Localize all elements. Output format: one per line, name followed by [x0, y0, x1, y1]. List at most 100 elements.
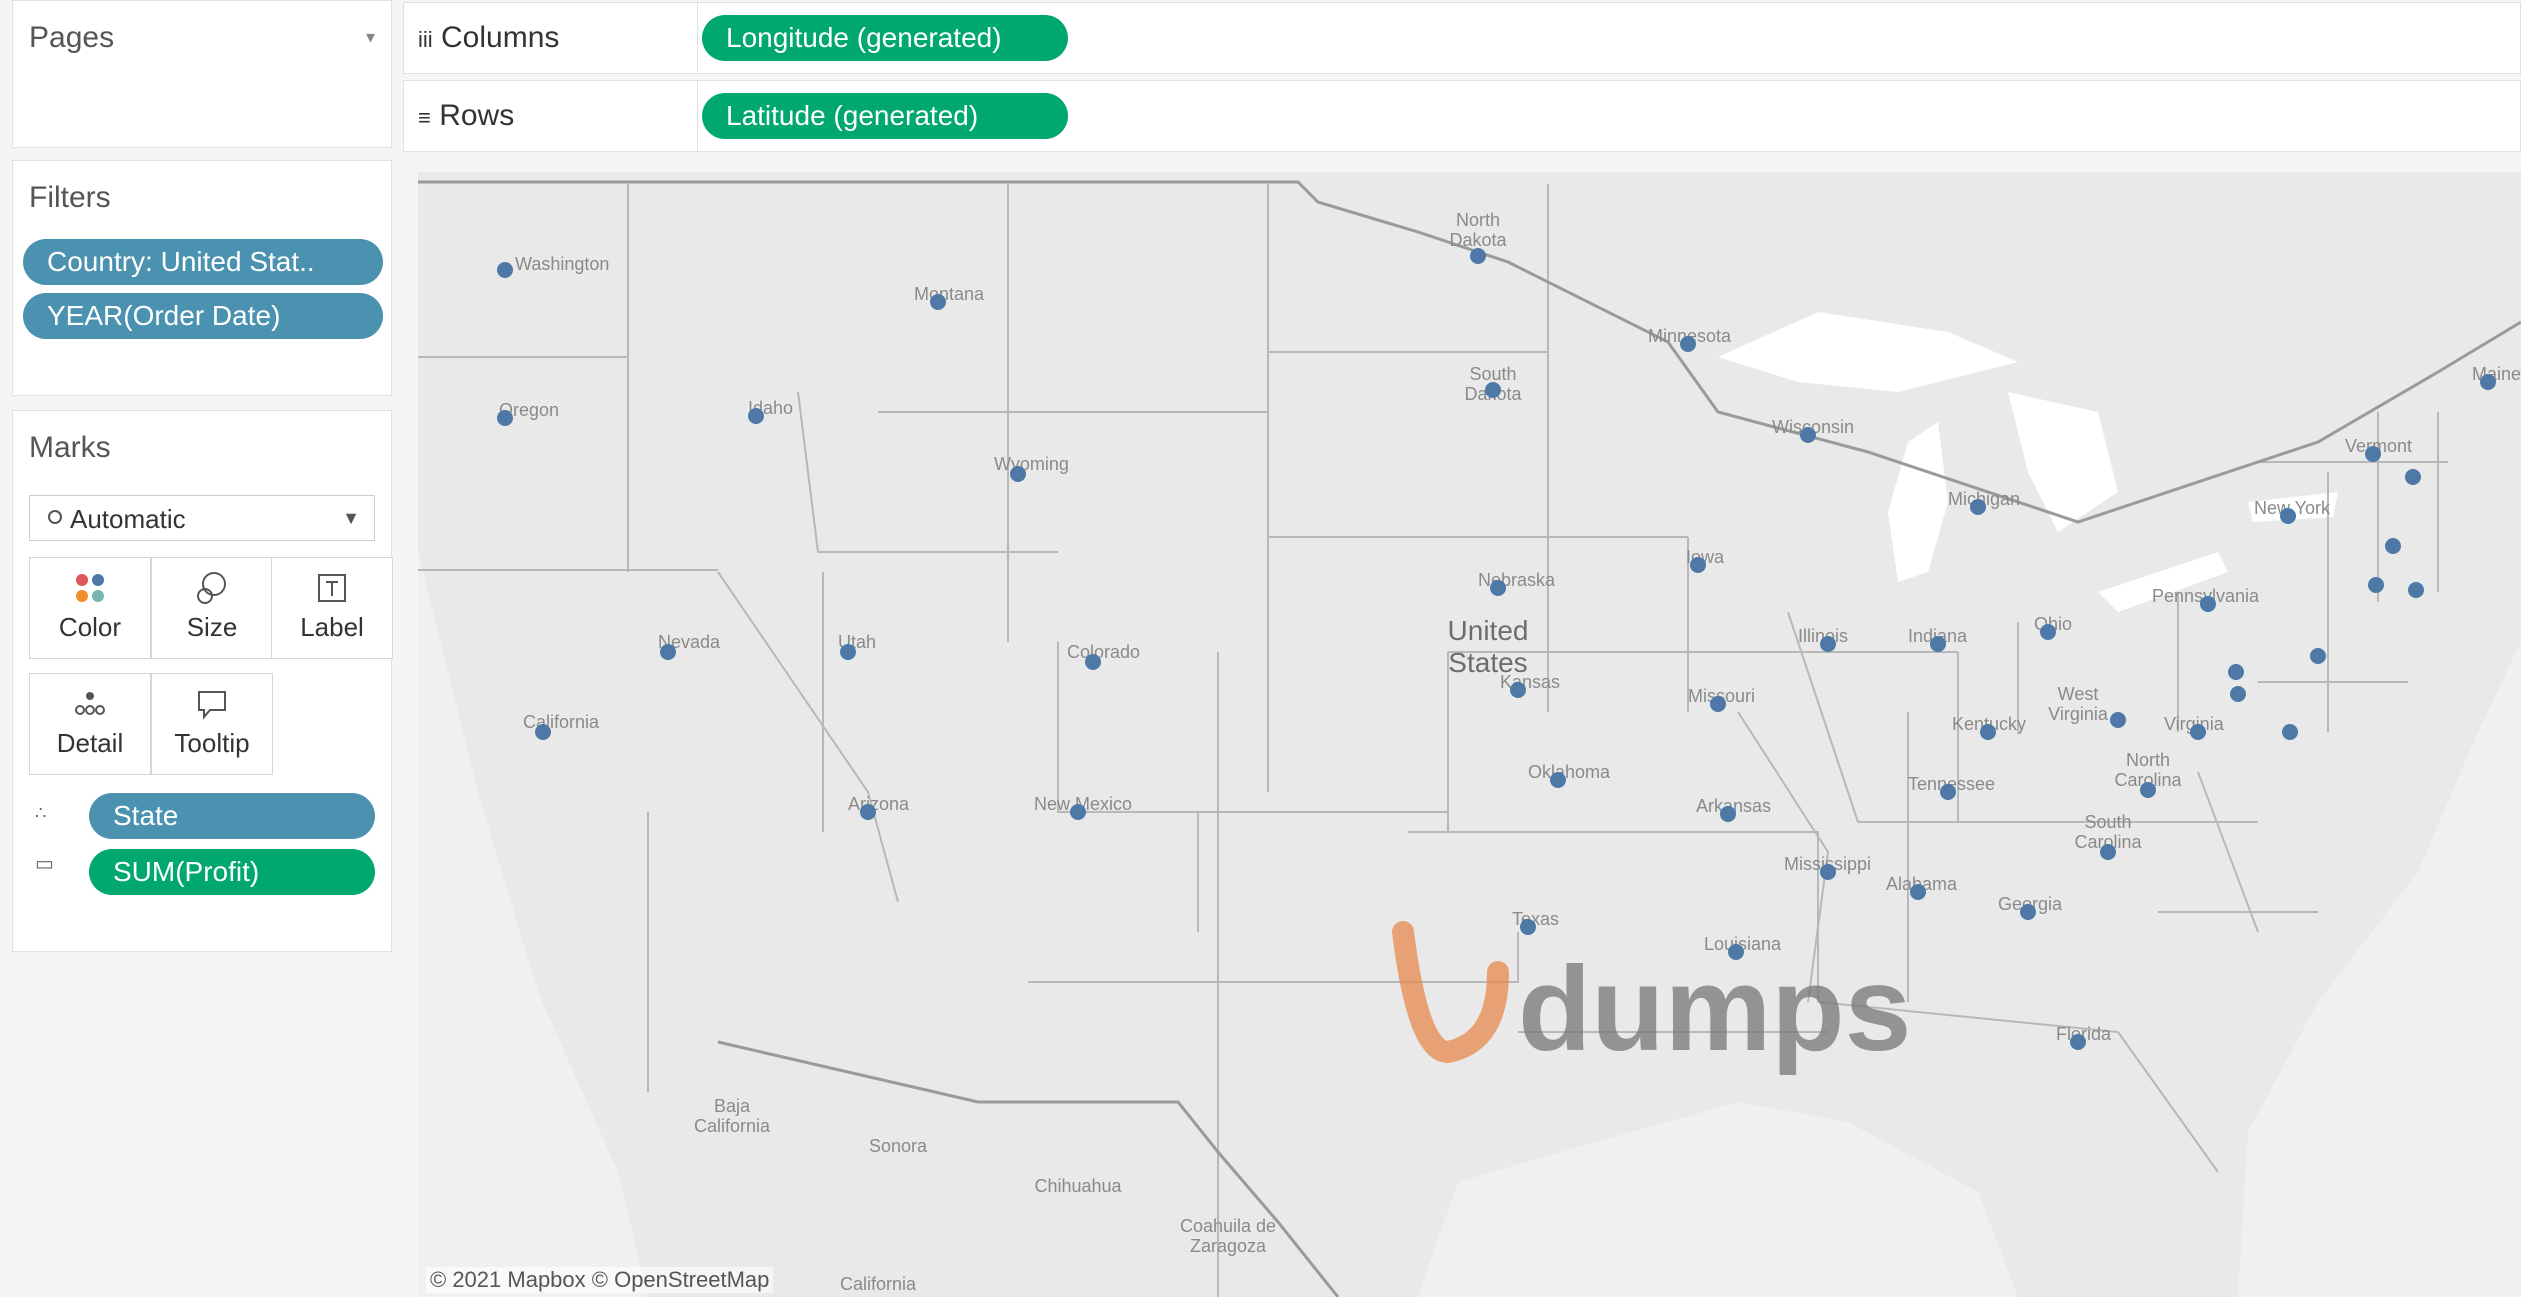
state-label-oklahoma: Oklahoma [1528, 762, 1611, 782]
rows-icon: ≡ [418, 105, 431, 130]
rows-divider [697, 81, 698, 151]
tooltip-card[interactable]: Tooltip [151, 673, 273, 775]
state-dot-new-mexico[interactable] [1070, 804, 1086, 820]
state-dot-south-carolina[interactable] [2100, 844, 2116, 860]
state-dot-missouri[interactable] [1710, 696, 1726, 712]
state-label-nebraska: Nebraska [1478, 570, 1556, 590]
map-attribution[interactable]: © 2021 Mapbox © OpenStreetMap [426, 1267, 774, 1293]
gulf-of-mexico [1418, 1102, 2018, 1297]
state-label-california: California [523, 712, 600, 732]
columns-pill-longitude[interactable]: Longitude (generated) [702, 15, 1068, 61]
state-dot-illinois[interactable] [1820, 636, 1836, 652]
state-label-wyoming: Wyoming [994, 454, 1069, 474]
state-dot-west-virginia[interactable] [2110, 712, 2126, 728]
size-card[interactable]: Size [151, 557, 273, 659]
rows-shelf[interactable]: ≡ Rows Latitude (generated) [403, 80, 2521, 152]
state-dot-michigan[interactable] [1970, 499, 1986, 515]
state-dot-arkansas[interactable] [1720, 806, 1736, 822]
detail-field-icon: ∴ [35, 803, 47, 823]
columns-shelf[interactable]: iii Columns Longitude (generated) [403, 2, 2521, 74]
state-dot-oklahoma[interactable] [1550, 772, 1566, 788]
pages-collapse-icon[interactable]: ▾ [366, 27, 375, 48]
foreign-label-baja-california-0: Baja [714, 1096, 751, 1116]
state-label-west-virginia-1: Virginia [2048, 704, 2109, 724]
mark-type-select[interactable]: Automatic ▼ [29, 495, 375, 541]
state-dot-georgia[interactable] [2020, 904, 2036, 920]
filter-pill-country[interactable]: Country: United Stat.. [23, 239, 383, 285]
state-dot-oregon[interactable] [497, 410, 513, 426]
state-dot-new-hampshire[interactable] [2405, 469, 2421, 485]
foreign-label-sonora-1: Sonora [869, 1136, 928, 1156]
state-dot-new-york[interactable] [2280, 508, 2296, 524]
rows-pill-latitude[interactable]: Latitude (generated) [702, 93, 1068, 139]
state-dot-virginia[interactable] [2190, 724, 2206, 740]
color-card[interactable]: Color [29, 557, 151, 659]
marks-field-profit[interactable]: SUM(Profit) [89, 849, 375, 895]
map-view[interactable]: Washington Oregon California Nevada Idaho Mon… [418, 172, 2521, 1297]
state-dot-colorado[interactable] [1085, 654, 1101, 670]
color-card-label: Color [58, 612, 122, 642]
state-dot-washington[interactable] [497, 262, 513, 278]
filter-pill-year[interactable]: YEAR(Order Date) [23, 293, 383, 339]
state-dot-nebraska[interactable] [1490, 580, 1506, 596]
columns-label-text: Columns [441, 21, 560, 54]
filters-panel: Filters Country: United Stat.. YEAR(Orde… [12, 160, 392, 396]
pages-panel: Pages ▾ [12, 0, 392, 148]
state-dot-new-jersey[interactable] [2310, 648, 2326, 664]
pages-title: Pages [29, 21, 115, 54]
state-dot-ohio[interactable] [2040, 624, 2056, 640]
state-dot-kentucky[interactable] [1980, 724, 1996, 740]
state-dot-maryland[interactable] [2228, 664, 2244, 680]
state-dot-south-dakota[interactable] [1485, 382, 1501, 398]
state-dot-indiana[interactable] [1930, 636, 1946, 652]
state-dot-alabama[interactable] [1910, 884, 1926, 900]
state-dot-pennsylvania[interactable] [2200, 596, 2216, 612]
columns-divider [697, 3, 698, 73]
state-dot-district-of-columbia[interactable] [2282, 724, 2298, 740]
state-label-north-dakota-1: Dakota [1449, 230, 1507, 250]
state-dot-wisconsin[interactable] [1800, 427, 1816, 443]
state-label-north-dakota-0: North [1456, 210, 1500, 230]
detail-card[interactable]: Detail [29, 673, 151, 775]
map-labels: WashingtonOregonCaliforniaNevadaIdahoMon… [499, 210, 2521, 1294]
state-label-montana: Montana [914, 284, 985, 304]
state-label-west-virginia-0: West [2058, 684, 2099, 704]
columns-shelf-label: iii Columns [418, 3, 559, 73]
state-dot-north-carolina[interactable] [2140, 782, 2156, 798]
state-dot-vermont[interactable] [2365, 446, 2381, 462]
state-dot-maine[interactable] [2480, 374, 2496, 390]
foreign-label-california-4: California [840, 1274, 917, 1294]
rows-label-text: Rows [439, 99, 515, 132]
label-card-label: Label [300, 612, 364, 642]
state-dot-connecticut[interactable] [2385, 538, 2401, 554]
state-dot-montana[interactable] [930, 294, 946, 310]
state-dot-tennessee[interactable] [1940, 784, 1956, 800]
state-dot-california[interactable] [535, 724, 551, 740]
state-label-maine: Maine [2472, 364, 2521, 384]
marks-panel: Marks Automatic ▼ Color Size Label Detai… [12, 410, 393, 952]
state-dot-utah[interactable] [840, 644, 856, 660]
tooltip-icon [198, 691, 226, 720]
size-icon [197, 572, 226, 604]
state-dot-mississippi[interactable] [1820, 864, 1836, 880]
state-dot-delaware[interactable] [2230, 686, 2246, 702]
state-dot-idaho[interactable] [748, 408, 764, 424]
state-dot-texas[interactable] [1520, 919, 1536, 935]
dropdown-arrow-icon: ▼ [342, 508, 360, 528]
mark-type-label: Automatic [70, 504, 186, 534]
state-label-north-carolina-0: North [2126, 750, 2170, 770]
state-dot-arizona[interactable] [860, 804, 876, 820]
state-dot-minnesota[interactable] [1680, 336, 1696, 352]
state-dot-iowa[interactable] [1690, 557, 1706, 573]
state-dot-massachusetts[interactable] [2408, 582, 2424, 598]
marks-field-state[interactable]: State [89, 793, 375, 839]
filters-title: Filters [29, 181, 111, 214]
state-dot-kansas[interactable] [1510, 682, 1526, 698]
label-card[interactable]: Label [271, 557, 393, 659]
detail-card-label: Detail [56, 728, 124, 758]
state-dot-north-dakota[interactable] [1470, 248, 1486, 264]
state-dot-nevada[interactable] [660, 644, 676, 660]
state-dot-wyoming[interactable] [1010, 466, 1026, 482]
state-dot-rhode-island[interactable] [2368, 577, 2384, 593]
state-dot-florida[interactable] [2070, 1034, 2086, 1050]
